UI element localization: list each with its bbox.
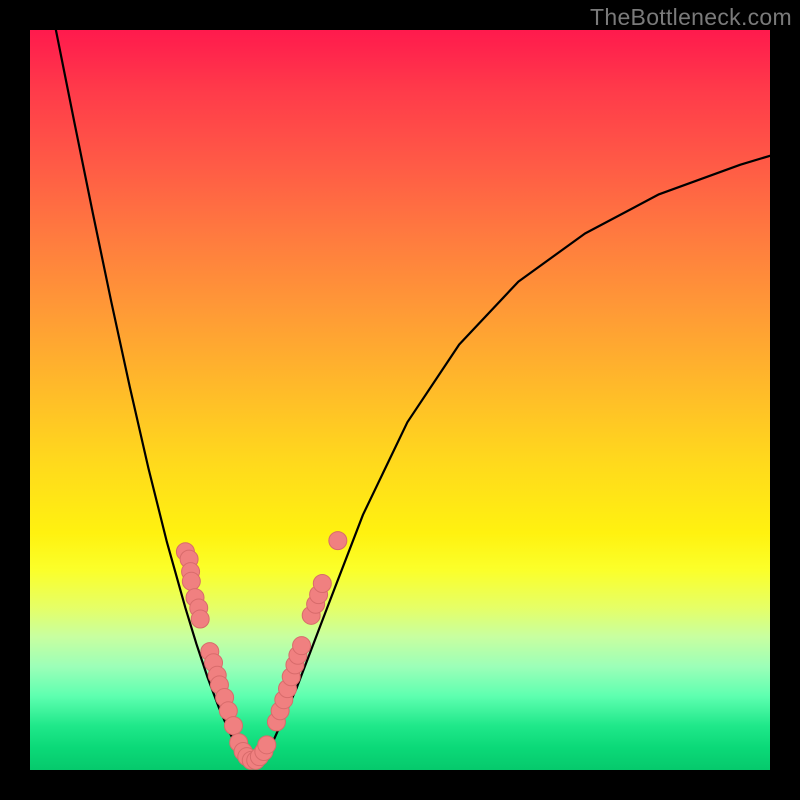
chart-svg: [30, 30, 770, 770]
marker-left-upper: [182, 572, 200, 590]
marker-group: [176, 532, 346, 770]
marker-bottom: [258, 736, 276, 754]
curve-group: [56, 30, 770, 767]
marker-right-upper: [313, 575, 331, 593]
curve-right-branch: [252, 156, 770, 767]
watermark-text: TheBottleneck.com: [590, 4, 792, 31]
marker-right-isolated: [329, 532, 347, 550]
marker-left-upper: [191, 610, 209, 628]
marker-right-lower: [293, 637, 311, 655]
chart-frame: TheBottleneck.com: [0, 0, 800, 800]
marker-left-lower: [225, 717, 243, 735]
curve-left-branch: [56, 30, 252, 767]
plot-area: [30, 30, 770, 770]
